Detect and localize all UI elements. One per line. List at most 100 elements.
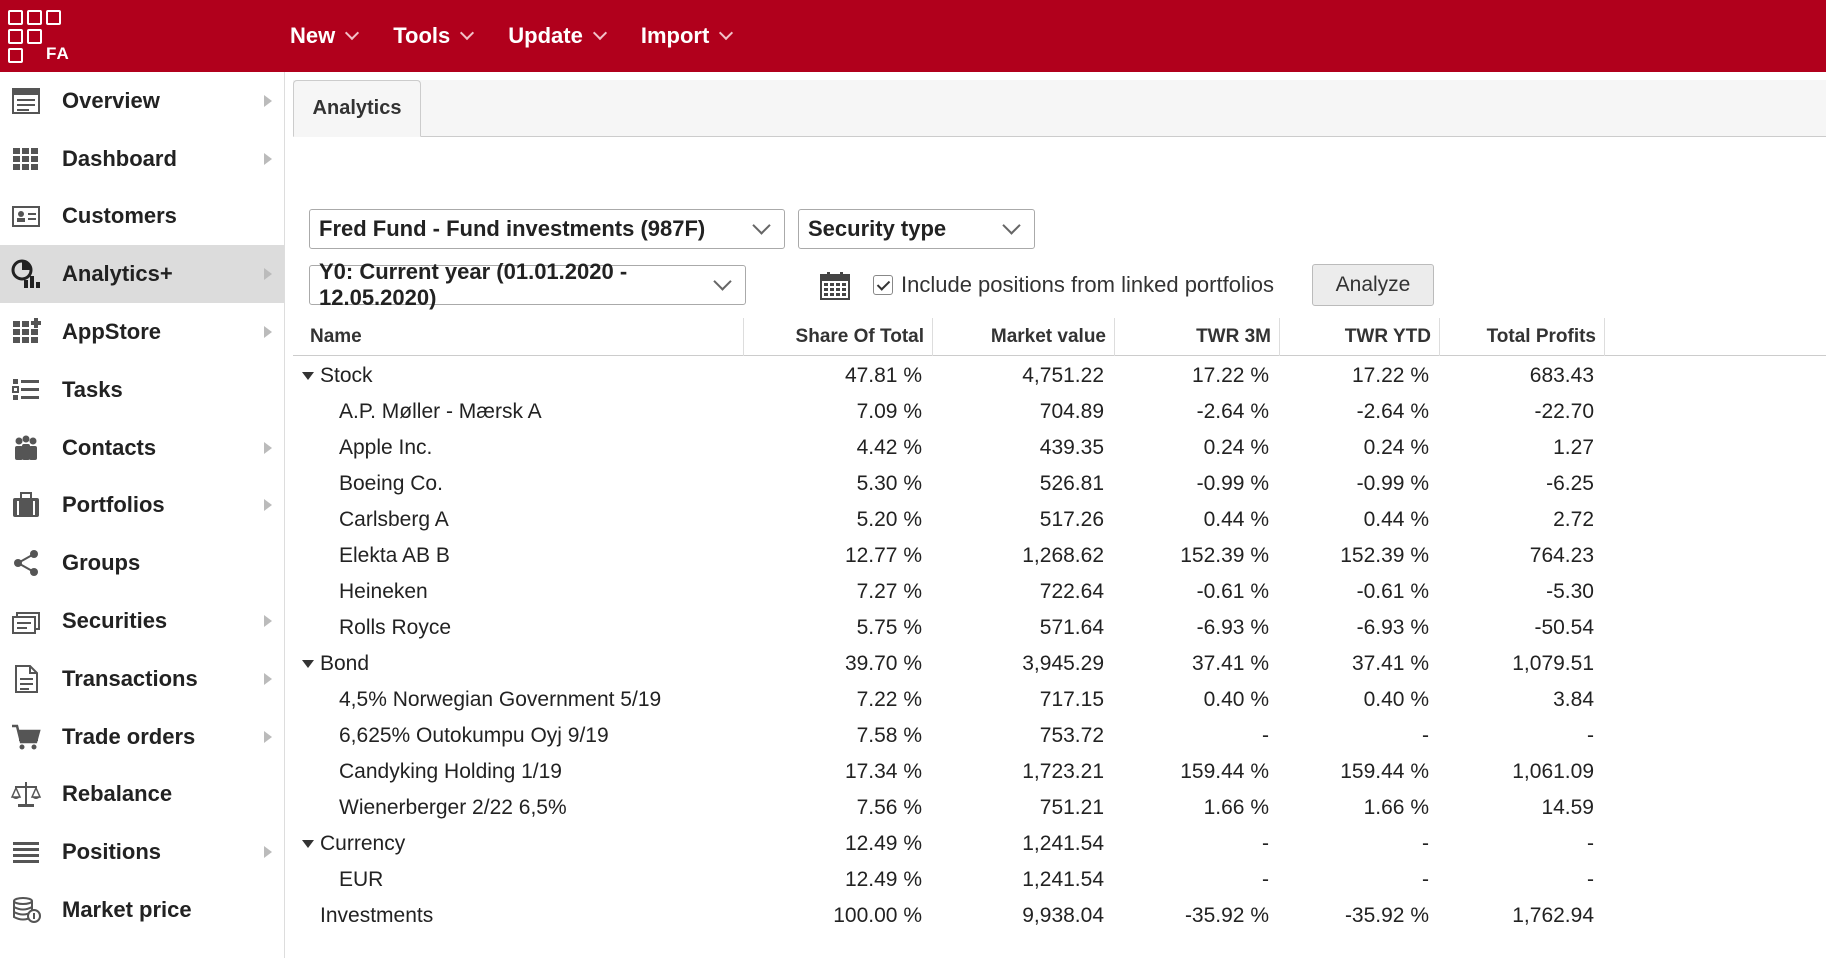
submenu-arrow-icon[interactable] (264, 846, 272, 859)
cell-total-profits: 2.72 (1553, 508, 1594, 531)
table-group-row[interactable]: Investments 100.00 % 9,938.04 -35.92 % -35.9… (293, 898, 1826, 934)
cell-twr-ytd: 37.41 % (1351, 652, 1429, 675)
grouping-select[interactable]: Security type (798, 209, 1035, 249)
table-row[interactable]: Elekta AB B 12.77 % 1,268.62 152.39 % 152.39… (293, 538, 1826, 574)
chevron-down-icon (752, 216, 771, 235)
fa-logo[interactable]: FA (6, 8, 69, 64)
table-row[interactable]: A.P. Møller - Mærsk A 7.09 % 704.89 -2.64 %… (293, 394, 1826, 430)
cell-total-profits: - (1587, 832, 1594, 855)
submenu-arrow-icon[interactable] (264, 499, 272, 512)
sidebar-item-appstore[interactable]: AppStore (0, 303, 284, 361)
sidebar-item-tasks[interactable]: Tasks (0, 361, 284, 419)
submenu-arrow-icon[interactable] (264, 730, 272, 743)
sidebar-item-transactions[interactable]: Transactions (0, 650, 284, 708)
table-group-row[interactable]: Bond 39.70 % 3,945.29 37.41 % 37.41 % 1,079.5… (293, 646, 1826, 682)
cell-total-profits: - (1587, 868, 1594, 891)
table-group-row[interactable]: Currency 12.49 % 1,241.54 - - - (293, 826, 1826, 862)
submenu-arrow-icon[interactable] (264, 94, 272, 107)
cell-name: EUR (339, 868, 384, 891)
cell-name: Wienerberger 2/22 6,5% (339, 796, 567, 819)
table-row[interactable]: Apple Inc. 4.42 % 439.35 0.24 % 0.24 % 1.27 (293, 430, 1826, 466)
expand-toggle-icon[interactable] (302, 840, 314, 848)
sidebar-item-portfolios[interactable]: Portfolios (0, 477, 284, 535)
period-select[interactable]: Y0: Current year (01.01.2020 - 12.05.202… (309, 259, 746, 310)
sidebar-item-positions[interactable]: Positions (0, 823, 284, 881)
dashboard-icon (10, 143, 42, 175)
analyze-button[interactable]: Analyze (1312, 264, 1434, 306)
sidebar-item-dashboard[interactable]: Dashboard (0, 130, 284, 188)
submenu-arrow-icon[interactable] (264, 441, 272, 454)
calendar-icon[interactable] (820, 272, 850, 300)
table-row[interactable]: Carlsberg A 5.20 % 517.26 0.44 % 0.44 % 2.72 (293, 502, 1826, 538)
column-header-twr-3m[interactable]: TWR 3M (1115, 318, 1280, 356)
portfolio-select[interactable]: Fred Fund - Fund investments (987F) (309, 209, 785, 249)
submenu-arrow-icon[interactable] (264, 615, 272, 628)
sidebar-item-contacts[interactable]: Contacts (0, 419, 284, 477)
cell-name: Boeing Co. (339, 472, 443, 495)
cell-name: Stock (320, 364, 373, 387)
expand-toggle-icon[interactable] (302, 660, 314, 668)
submenu-arrow-icon[interactable] (264, 268, 272, 281)
table-row[interactable]: Wienerberger 2/22 6,5% 7.56 % 751.21 1.66 %… (293, 790, 1826, 826)
column-header-name[interactable]: Name (293, 318, 744, 356)
sidebar-item-securities[interactable]: Securities (0, 592, 284, 650)
column-header-total-profits[interactable]: Total Profits (1440, 318, 1605, 356)
column-header-twr-ytd[interactable]: TWR YTD (1280, 318, 1440, 356)
cell-share-of-total: 7.27 % (856, 580, 922, 603)
cell-market-value: 3,945.29 (1022, 652, 1104, 675)
sidebar-item-market-price[interactable]: Market price (0, 881, 284, 939)
sidebar-item-trade-orders[interactable]: Trade orders (0, 708, 284, 766)
table-row[interactable]: Candyking Holding 1/19 17.34 % 1,723.21 159… (293, 754, 1826, 790)
cell-total-profits: 764.23 (1529, 544, 1594, 567)
cell-share-of-total: 5.75 % (856, 616, 922, 639)
table-row[interactable]: Boeing Co. 5.30 % 526.81 -0.99 % -0.99 % -6.2… (293, 466, 1826, 502)
nav-new-menu[interactable]: New (290, 23, 360, 49)
include-linked-portfolios-toggle[interactable]: Include positions from linked portfolios (873, 272, 1274, 298)
submenu-arrow-icon[interactable] (264, 152, 272, 165)
rebalance-icon (10, 778, 42, 810)
expand-toggle-icon[interactable] (302, 372, 314, 380)
sidebar-item-analytics[interactable]: Analytics+ (0, 245, 284, 304)
column-header-market-value[interactable]: Market value (933, 318, 1115, 356)
cell-total-profits: -22.70 (1534, 400, 1594, 423)
submenu-arrow-icon[interactable] (264, 672, 272, 685)
cell-market-value: 751.21 (1039, 796, 1104, 819)
include-linked-checkbox[interactable] (873, 275, 893, 295)
cell-name: Heineken (339, 580, 428, 603)
cell-total-profits: 1,061.09 (1512, 760, 1594, 783)
table-row[interactable]: 4,5% Norwegian Government 5/19 7.22 % 717.… (293, 682, 1826, 718)
table-row[interactable]: Rolls Royce 5.75 % 571.64 -6.93 % -6.93 % -50… (293, 610, 1826, 646)
cell-twr-3m: -0.99 % (1196, 472, 1269, 495)
cell-name: Apple Inc. (339, 436, 433, 459)
sidebar-item-label: Contacts (62, 434, 157, 460)
submenu-arrow-icon[interactable] (264, 326, 272, 339)
sidebar-item-overview[interactable]: Overview (0, 72, 284, 130)
overview-icon (10, 85, 42, 117)
cell-name: Rolls Royce (339, 616, 452, 639)
cell-name: 4,5% Norwegian Government 5/19 (339, 688, 662, 711)
cell-share-of-total: 7.56 % (856, 796, 922, 819)
table-group-row[interactable]: Stock 47.81 % 4,751.22 17.22 % 17.22 % 683.43 (293, 358, 1826, 394)
table-row[interactable]: Heineken 7.27 % 722.64 -0.61 % -0.61 % -5.30 (293, 574, 1826, 610)
cell-twr-3m: 0.40 % (1203, 688, 1269, 711)
sidebar-item-label: Groups (62, 550, 141, 576)
nav-tools-menu[interactable]: Tools (393, 23, 475, 49)
cell-market-value: 1,268.62 (1022, 544, 1104, 567)
sidebar-item-groups[interactable]: Groups (0, 534, 284, 592)
nav-menu-label: Update (508, 23, 583, 48)
sidebar-item-customers[interactable]: Customers (0, 188, 284, 246)
cell-twr-3m: 0.44 % (1203, 508, 1269, 531)
market-price-icon (10, 894, 42, 926)
table-row[interactable]: 6,625% Outokumpu Oyj 9/19 7.58 % 753.72 - - - (293, 718, 1826, 754)
cell-name: Currency (320, 832, 406, 855)
cell-twr-ytd: -0.61 % (1356, 580, 1429, 603)
nav-import-menu[interactable]: Import (641, 23, 734, 49)
column-header-share-of-total[interactable]: Share Of Total (744, 318, 933, 356)
tab-analytics[interactable]: Analytics (293, 80, 421, 137)
sidebar-item-rebalance[interactable]: Rebalance (0, 766, 284, 824)
cell-twr-3m: 159.44 % (1180, 760, 1269, 783)
cell-twr-3m: - (1262, 832, 1269, 855)
sidebar-item-label: Dashboard (62, 145, 177, 171)
nav-update-menu[interactable]: Update (508, 23, 607, 49)
table-row[interactable]: EUR 12.49 % 1,241.54 - - - (293, 862, 1826, 898)
